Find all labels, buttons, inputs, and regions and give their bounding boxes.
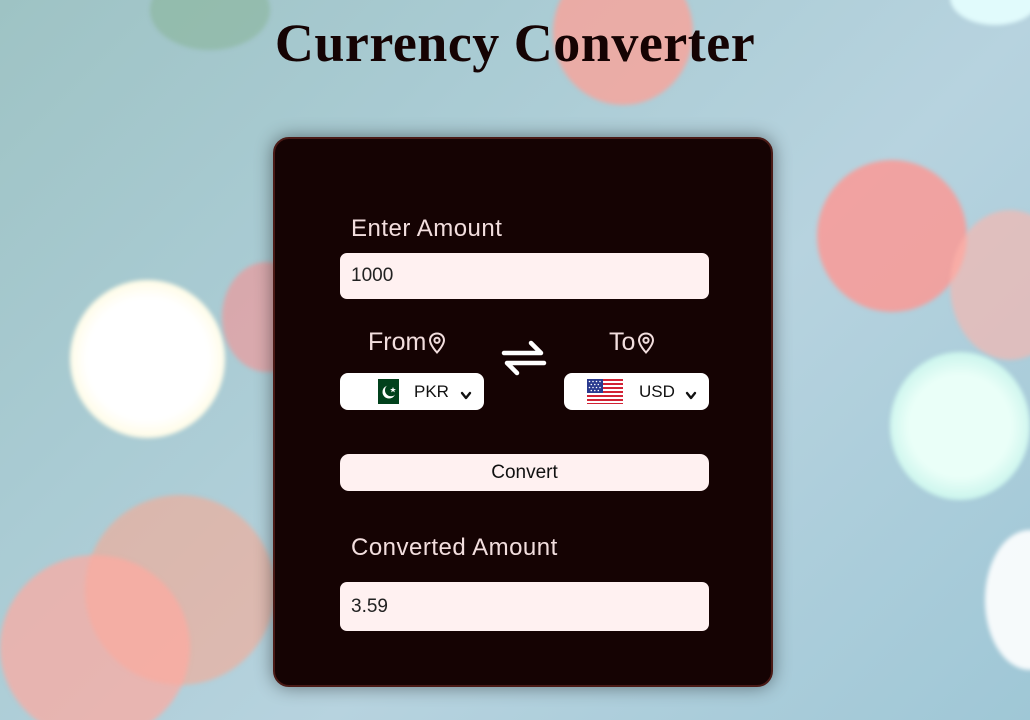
chevron-down-icon	[460, 386, 472, 406]
from-currency-select[interactable]: PKR	[340, 373, 484, 410]
swap-arrows-icon[interactable]	[501, 338, 547, 383]
location-pin-icon	[428, 331, 446, 354]
page-title: Currency Converter	[274, 13, 756, 73]
to-currency-select[interactable]: USD	[564, 373, 709, 410]
amount-input[interactable]: 1000	[340, 253, 709, 299]
converter-card: Enter Amount 1000 From To PKR USD Conver…	[273, 137, 773, 687]
bokeh-light	[890, 352, 1030, 500]
bokeh-light	[817, 160, 967, 312]
from-label: From	[368, 328, 427, 356]
from-currency-code: PKR	[414, 382, 449, 401]
to-currency-code: USD	[639, 382, 675, 401]
bokeh-light	[70, 280, 225, 438]
usa-flag-icon	[587, 379, 623, 409]
to-label: To	[609, 328, 636, 356]
chevron-down-icon	[685, 386, 697, 406]
to-label-group: To	[609, 328, 655, 357]
bokeh-light	[985, 530, 1030, 670]
convert-button[interactable]: Convert	[340, 454, 709, 491]
from-label-group: From	[368, 328, 446, 357]
location-pin-icon	[637, 331, 655, 354]
result-output[interactable]: 3.59	[340, 582, 709, 631]
amount-label: Enter Amount	[351, 215, 503, 242]
pakistan-flag-icon	[371, 379, 399, 409]
result-label: Converted Amount	[351, 534, 558, 561]
